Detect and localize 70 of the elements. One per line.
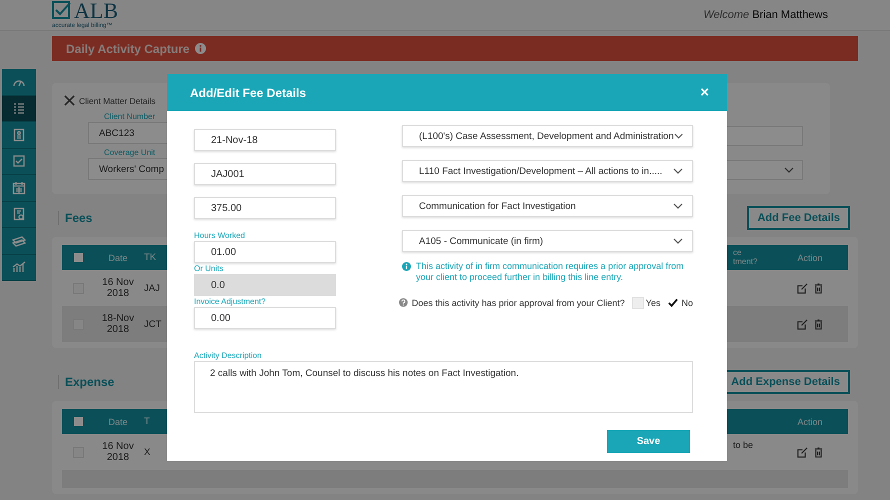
select-field[interactable]: (L100's) Case Assessment, Development and Administration — [402, 125, 693, 147]
chevron-down-icon — [673, 203, 683, 209]
welcome-label: Welcome — [703, 9, 750, 21]
info-icon[interactable] — [194, 43, 206, 54]
select-field[interactable] — [725, 160, 803, 180]
checkbox-logo-icon — [52, 1, 72, 19]
column-header: T — [144, 416, 150, 427]
section-title: Fees — [58, 211, 92, 225]
input-field[interactable]: JAJ001 — [194, 163, 336, 185]
document-icon — [12, 207, 26, 222]
logo-text: ALB — [74, 0, 118, 22]
select-field[interactable]: L110 Fact Investigation/Development – All actions to in..... — [402, 160, 693, 182]
info-icon — [402, 262, 411, 271]
field-label: Hours Worked — [194, 231, 246, 241]
table-cell: X — [144, 446, 150, 458]
user-name: Brian Matthews — [752, 9, 828, 21]
document-icon — [12, 128, 26, 142]
input-field[interactable]: 01.00 — [194, 241, 336, 263]
notice-text: This activity of in firm communication requires a prior approval from your client to proceed further in billing this line entry. — [416, 261, 685, 284]
cash-icon — [12, 234, 26, 248]
column-header: TK — [144, 252, 156, 263]
chevron-down-icon — [784, 167, 794, 173]
table-cell-text: 16 Nov 2018 — [101, 440, 135, 464]
chevron-down-icon — [673, 238, 683, 244]
delete-icon[interactable] — [814, 446, 823, 458]
checkbox[interactable] — [667, 296, 680, 308]
field-label: Invoice Adjustment? — [194, 297, 267, 307]
column-header: Action — [796, 416, 824, 426]
list-icon — [12, 101, 26, 116]
approval-question: Does this activity has prior approval from your Client? — [412, 298, 625, 308]
section-title: Expense — [58, 375, 114, 389]
help-icon — [399, 298, 408, 307]
field-label: Coverage Unit — [104, 148, 156, 157]
dialog-title: Add/Edit Fee Details — [190, 86, 306, 100]
checkbox-icon — [12, 154, 26, 168]
edit-icon[interactable] — [797, 446, 808, 458]
select-field[interactable]: A105 - Communicate (in firm) — [402, 230, 693, 252]
select-field[interactable]: Communication for Fact Investigation — [402, 195, 693, 217]
input-field[interactable]: 375.00 — [194, 197, 336, 219]
checkbox-label: Yes — [646, 298, 660, 308]
table-cell-text: 16 Nov 2018 — [101, 276, 135, 300]
column-header: ce tment? — [732, 249, 758, 266]
chevron-down-icon — [674, 133, 683, 139]
column-header: Date — [107, 252, 128, 262]
edit-icon[interactable] — [797, 282, 808, 294]
input-field[interactable] — [725, 126, 803, 146]
chart-icon — [12, 260, 26, 274]
delete-icon[interactable] — [814, 318, 823, 330]
checkbox-label: No — [681, 298, 693, 308]
column-header: Date — [107, 416, 128, 426]
page-title: Daily Activity Capture — [66, 42, 190, 56]
calendar-icon — [12, 180, 26, 195]
table-cell-text: 18-Nov 2018 — [100, 312, 136, 336]
chevron-down-icon — [673, 168, 683, 174]
text-area[interactable]: 2 calls with John Tom, Counsel to discuss his notes on Fact Investigation. — [194, 361, 693, 413]
input-field[interactable]: 0.00 — [194, 307, 336, 329]
table-cell-text: to be — [732, 439, 754, 450]
field-label: Client Number — [104, 112, 156, 121]
column-header: Action — [796, 252, 824, 262]
edit-icon[interactable] — [797, 318, 808, 330]
table-cell: JAJ — [144, 282, 160, 294]
field-label: Activity Description — [194, 351, 263, 361]
checkbox[interactable] — [74, 253, 83, 262]
input-field[interactable]: 21-Nov-18 — [194, 129, 336, 151]
delete-icon[interactable] — [814, 282, 823, 294]
checkbox[interactable] — [74, 417, 83, 426]
section-title: Client Matter Details — [79, 96, 156, 106]
sidebar-item[interactable] — [2, 96, 36, 122]
table-cell: JCT — [144, 318, 162, 330]
field-label: Or Units — [194, 264, 224, 274]
